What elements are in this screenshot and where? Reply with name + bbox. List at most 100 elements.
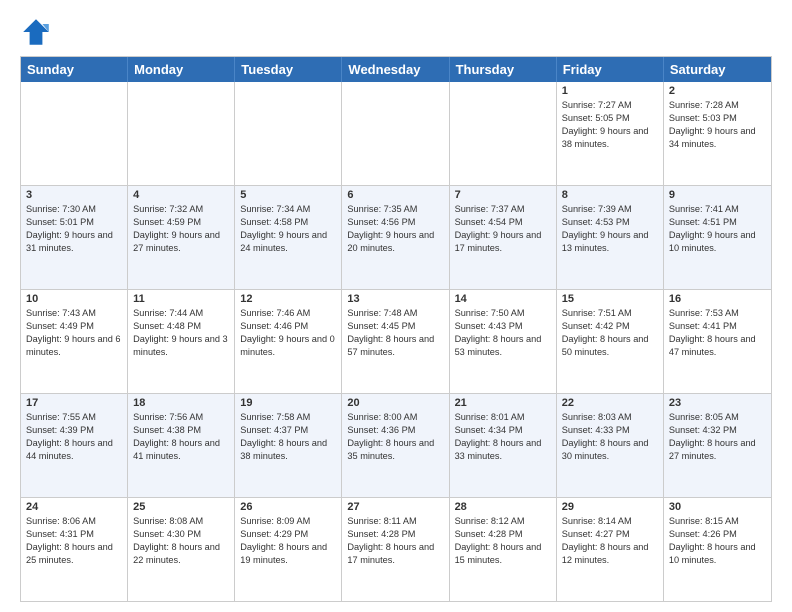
cell-text: Sunrise: 8:00 AMSunset: 4:36 PMDaylight:… (347, 411, 443, 463)
header-cell-sunday: Sunday (21, 57, 128, 82)
calendar-cell: 15 Sunrise: 7:51 AMSunset: 4:42 PMDayligh… (557, 290, 664, 393)
cell-text: Sunrise: 7:56 AMSunset: 4:38 PMDaylight:… (133, 411, 229, 463)
calendar-cell: 16 Sunrise: 7:53 AMSunset: 4:41 PMDayligh… (664, 290, 771, 393)
header-cell-thursday: Thursday (450, 57, 557, 82)
calendar-cell: 11 Sunrise: 7:44 AMSunset: 4:48 PMDayligh… (128, 290, 235, 393)
calendar-cell (128, 82, 235, 185)
calendar-cell: 22 Sunrise: 8:03 AMSunset: 4:33 PMDayligh… (557, 394, 664, 497)
calendar-cell: 25 Sunrise: 8:08 AMSunset: 4:30 PMDayligh… (128, 498, 235, 601)
header-cell-monday: Monday (128, 57, 235, 82)
cell-text: Sunrise: 7:41 AMSunset: 4:51 PMDaylight:… (669, 203, 766, 255)
day-number: 29 (562, 501, 658, 513)
cell-text: Sunrise: 8:06 AMSunset: 4:31 PMDaylight:… (26, 515, 122, 567)
calendar-cell (21, 82, 128, 185)
cell-text: Sunrise: 7:32 AMSunset: 4:59 PMDaylight:… (133, 203, 229, 255)
calendar-cell: 18 Sunrise: 7:56 AMSunset: 4:38 PMDayligh… (128, 394, 235, 497)
day-number: 17 (26, 397, 122, 409)
day-number: 20 (347, 397, 443, 409)
day-number: 14 (455, 293, 551, 305)
cell-text: Sunrise: 8:09 AMSunset: 4:29 PMDaylight:… (240, 515, 336, 567)
header-cell-wednesday: Wednesday (342, 57, 449, 82)
calendar-cell: 7Sunrise: 7:37 AMSunset: 4:54 PMDaylight… (450, 186, 557, 289)
header-cell-friday: Friday (557, 57, 664, 82)
calendar-cell: 17 Sunrise: 7:55 AMSunset: 4:39 PMDayligh… (21, 394, 128, 497)
day-number: 24 (26, 501, 122, 513)
calendar-cell (450, 82, 557, 185)
calendar-cell: 6Sunrise: 7:35 AMSunset: 4:56 PMDaylight… (342, 186, 449, 289)
day-number: 18 (133, 397, 229, 409)
cell-text: Sunrise: 7:53 AMSunset: 4:41 PMDaylight:… (669, 307, 766, 359)
logo (20, 16, 56, 48)
day-number: 26 (240, 501, 336, 513)
day-number: 13 (347, 293, 443, 305)
calendar-cell: 20 Sunrise: 8:00 AMSunset: 4:36 PMDayligh… (342, 394, 449, 497)
calendar-cell: 10Sunrise: 7:43 AMSunset: 4:49 PMDayligh… (21, 290, 128, 393)
calendar-header: SundayMondayTuesdayWednesdayThursdayFrid… (21, 57, 771, 82)
cell-text: Sunrise: 7:43 AMSunset: 4:49 PMDaylight:… (26, 307, 122, 359)
day-number: 2 (669, 85, 766, 97)
cell-text: Sunrise: 7:51 AMSunset: 4:42 PMDaylight:… (562, 307, 658, 359)
day-number: 15 (562, 293, 658, 305)
day-number: 28 (455, 501, 551, 513)
cell-text: Sunrise: 8:08 AMSunset: 4:30 PMDaylight:… (133, 515, 229, 567)
header (20, 16, 772, 48)
cell-text: Sunrise: 7:37 AMSunset: 4:54 PMDaylight:… (455, 203, 551, 255)
calendar-cell: 21Sunrise: 8:01 AMSunset: 4:34 PMDayligh… (450, 394, 557, 497)
calendar-cell: 29Sunrise: 8:14 AMSunset: 4:27 PMDayligh… (557, 498, 664, 601)
day-number: 1 (562, 85, 658, 97)
calendar-cell: 12Sunrise: 7:46 AMSunset: 4:46 PMDayligh… (235, 290, 342, 393)
day-number: 16 (669, 293, 766, 305)
cell-text: Sunrise: 8:03 AMSunset: 4:33 PMDaylight:… (562, 411, 658, 463)
day-number: 27 (347, 501, 443, 513)
calendar-cell: 27 Sunrise: 8:11 AMSunset: 4:28 PMDayligh… (342, 498, 449, 601)
calendar-cell: 26 Sunrise: 8:09 AMSunset: 4:29 PMDayligh… (235, 498, 342, 601)
calendar-cell: 28 Sunrise: 8:12 AMSunset: 4:28 PMDayligh… (450, 498, 557, 601)
cell-text: Sunrise: 7:44 AMSunset: 4:48 PMDaylight:… (133, 307, 229, 359)
cell-text: Sunrise: 7:39 AMSunset: 4:53 PMDaylight:… (562, 203, 658, 255)
calendar-row-1: 1 Sunrise: 7:27 AMSunset: 5:05 PMDaylight… (21, 82, 771, 186)
calendar-cell: 19 Sunrise: 7:58 AMSunset: 4:37 PMDayligh… (235, 394, 342, 497)
calendar-cell: 1 Sunrise: 7:27 AMSunset: 5:05 PMDaylight… (557, 82, 664, 185)
cell-text: Sunrise: 8:11 AMSunset: 4:28 PMDaylight:… (347, 515, 443, 567)
cell-text: Sunrise: 7:55 AMSunset: 4:39 PMDaylight:… (26, 411, 122, 463)
cell-text: Sunrise: 7:28 AMSunset: 5:03 PMDaylight:… (669, 99, 766, 151)
cell-text: Sunrise: 7:58 AMSunset: 4:37 PMDaylight:… (240, 411, 336, 463)
day-number: 4 (133, 189, 229, 201)
cell-text: Sunrise: 8:12 AMSunset: 4:28 PMDaylight:… (455, 515, 551, 567)
day-number: 30 (669, 501, 766, 513)
day-number: 11 (133, 293, 229, 305)
calendar-cell: 4 Sunrise: 7:32 AMSunset: 4:59 PMDaylight… (128, 186, 235, 289)
calendar-row-3: 10Sunrise: 7:43 AMSunset: 4:49 PMDayligh… (21, 290, 771, 394)
calendar-cell: 5 Sunrise: 7:34 AMSunset: 4:58 PMDaylight… (235, 186, 342, 289)
cell-text: Sunrise: 7:27 AMSunset: 5:05 PMDaylight:… (562, 99, 658, 151)
logo-icon (20, 16, 52, 48)
day-number: 22 (562, 397, 658, 409)
day-number: 25 (133, 501, 229, 513)
day-number: 8 (562, 189, 658, 201)
calendar-cell: 8 Sunrise: 7:39 AMSunset: 4:53 PMDaylight… (557, 186, 664, 289)
day-number: 19 (240, 397, 336, 409)
cell-text: Sunrise: 7:35 AMSunset: 4:56 PMDaylight:… (347, 203, 443, 255)
calendar: SundayMondayTuesdayWednesdayThursdayFrid… (20, 56, 772, 602)
calendar-cell: 9 Sunrise: 7:41 AMSunset: 4:51 PMDaylight… (664, 186, 771, 289)
header-cell-tuesday: Tuesday (235, 57, 342, 82)
calendar-cell: 14 Sunrise: 7:50 AMSunset: 4:43 PMDayligh… (450, 290, 557, 393)
calendar-cell: 30 Sunrise: 8:15 AMSunset: 4:26 PMDayligh… (664, 498, 771, 601)
day-number: 9 (669, 189, 766, 201)
cell-text: Sunrise: 8:05 AMSunset: 4:32 PMDaylight:… (669, 411, 766, 463)
cell-text: Sunrise: 7:30 AMSunset: 5:01 PMDaylight:… (26, 203, 122, 255)
calendar-cell: 23 Sunrise: 8:05 AMSunset: 4:32 PMDayligh… (664, 394, 771, 497)
calendar-cell: 13 Sunrise: 7:48 AMSunset: 4:45 PMDayligh… (342, 290, 449, 393)
day-number: 3 (26, 189, 122, 201)
cell-text: Sunrise: 7:46 AMSunset: 4:46 PMDaylight:… (240, 307, 336, 359)
day-number: 5 (240, 189, 336, 201)
cell-text: Sunrise: 7:34 AMSunset: 4:58 PMDaylight:… (240, 203, 336, 255)
cell-text: Sunrise: 7:50 AMSunset: 4:43 PMDaylight:… (455, 307, 551, 359)
cell-text: Sunrise: 8:15 AMSunset: 4:26 PMDaylight:… (669, 515, 766, 567)
calendar-body: 1 Sunrise: 7:27 AMSunset: 5:05 PMDaylight… (21, 82, 771, 601)
calendar-cell: 24 Sunrise: 8:06 AMSunset: 4:31 PMDayligh… (21, 498, 128, 601)
day-number: 23 (669, 397, 766, 409)
calendar-cell: 3 Sunrise: 7:30 AMSunset: 5:01 PMDaylight… (21, 186, 128, 289)
cell-text: Sunrise: 7:48 AMSunset: 4:45 PMDaylight:… (347, 307, 443, 359)
calendar-row-2: 3 Sunrise: 7:30 AMSunset: 5:01 PMDaylight… (21, 186, 771, 290)
